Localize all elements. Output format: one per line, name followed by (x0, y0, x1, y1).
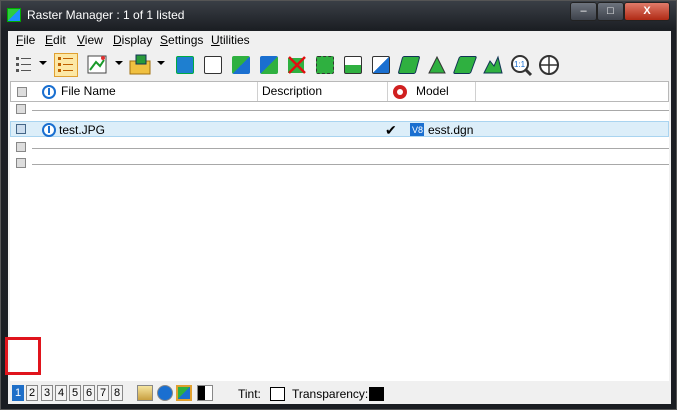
view-button-7[interactable]: 7 (97, 385, 109, 401)
menu-view[interactable]: View (77, 33, 103, 47)
view-button-2[interactable]: 2 (26, 385, 38, 401)
model-icon (393, 85, 407, 99)
row-handle-icon (16, 104, 26, 114)
detail-view-icon[interactable] (54, 53, 78, 77)
raster-manager-window: Raster Manager : 1 of 1 listed – □ X Fil… (0, 0, 677, 410)
rotate-raster-icon[interactable] (369, 53, 393, 77)
client-area: File Edit View Display Settings Utilitie… (8, 31, 671, 404)
tint-label: Tint: (238, 387, 261, 401)
view-button-3[interactable]: 3 (41, 385, 53, 401)
raster-file-icon (42, 123, 56, 137)
table-row[interactable]: test.JPG ✔ V8 esst.dgn (10, 121, 669, 138)
menu-edit[interactable]: Edit (45, 33, 66, 47)
georeference-icon[interactable] (537, 53, 561, 77)
row-handle-icon (16, 142, 26, 152)
tint-color-swatch[interactable] (270, 387, 285, 401)
maximize-button[interactable]: □ (597, 2, 624, 21)
move-raster-icon[interactable] (257, 53, 281, 77)
window-title: Raster Manager : 1 of 1 listed (27, 8, 185, 22)
mosaic-raster-icon[interactable] (481, 53, 505, 77)
clip-raster-icon[interactable] (425, 53, 449, 77)
empty-row (10, 156, 669, 172)
view-button-1[interactable]: 1 (12, 385, 24, 401)
raster-display-icon[interactable] (176, 385, 192, 401)
minimize-button[interactable]: – (570, 2, 597, 21)
menu-settings[interactable]: Settings (160, 33, 203, 47)
column-model[interactable]: Model (388, 82, 476, 101)
copy-raster-icon[interactable] (229, 53, 253, 77)
row-handle-icon (16, 124, 26, 134)
empty-row (10, 102, 669, 118)
transparency-label: Transparency: (292, 387, 369, 401)
menu-utilities[interactable]: Utilities (211, 33, 250, 47)
toolbar: 1:1 (8, 51, 671, 81)
highlight-box (5, 337, 41, 375)
cell-model: esst.dgn (428, 123, 474, 137)
zoom-one-to-one-icon[interactable]: 1:1 (509, 53, 533, 77)
view-button-6[interactable]: 6 (83, 385, 95, 401)
scale-raster-icon[interactable] (341, 53, 365, 77)
empty-row (10, 140, 669, 156)
copy-rows-icon[interactable] (17, 87, 27, 97)
view-button-5[interactable]: 5 (69, 385, 81, 401)
warp-raster-icon[interactable] (397, 53, 421, 77)
list-view-icon (16, 57, 31, 72)
close-button[interactable]: X (624, 2, 670, 21)
row-handle-icon (16, 158, 26, 168)
attach-raster-folder-icon[interactable] (128, 53, 152, 77)
title-bar[interactable]: Raster Manager : 1 of 1 listed – □ X (1, 1, 677, 31)
menu-bar: File Edit View Display Settings Utilitie… (8, 31, 671, 49)
table-header: File Name Description Model (10, 81, 669, 102)
menu-display[interactable]: Display (113, 33, 152, 47)
affine-raster-icon[interactable] (452, 53, 478, 77)
transparency-color-swatch[interactable] (369, 387, 384, 401)
refresh-icon[interactable] (173, 53, 197, 77)
app-icon (7, 8, 21, 22)
chevron-down-icon[interactable] (157, 61, 165, 65)
list-view-icon[interactable] (12, 53, 36, 77)
globe-icon[interactable] (157, 385, 173, 401)
cell-file-name: test.JPG (59, 123, 106, 137)
view-button-4[interactable]: 4 (55, 385, 67, 401)
column-description[interactable]: Description (258, 82, 388, 101)
svg-text:V8: V8 (412, 125, 423, 135)
raster-list[interactable]: test.JPG ✔ V8 esst.dgn (10, 102, 669, 381)
check-icon[interactable]: ✔ (385, 122, 397, 138)
transform-raster-icon[interactable] (313, 53, 337, 77)
detach-raster-icon[interactable] (285, 53, 309, 77)
menu-file[interactable]: File (16, 33, 35, 47)
chevron-down-icon[interactable] (115, 61, 123, 65)
zoom-label: 1:1 (514, 60, 526, 69)
file-type-icon (42, 85, 56, 99)
database-icon[interactable] (137, 385, 153, 401)
column-file-name[interactable]: File Name (37, 82, 258, 101)
dgn-model-icon: V8 (410, 123, 424, 136)
status-bar: 1 2 3 4 5 6 7 8 Tint: Transparency: (8, 381, 671, 404)
view-button-8[interactable]: 8 (111, 385, 123, 401)
chevron-down-icon[interactable] (39, 61, 47, 65)
attach-raster-icon[interactable] (86, 53, 110, 77)
contrast-icon[interactable] (197, 385, 213, 401)
select-raster-icon[interactable] (201, 53, 225, 77)
